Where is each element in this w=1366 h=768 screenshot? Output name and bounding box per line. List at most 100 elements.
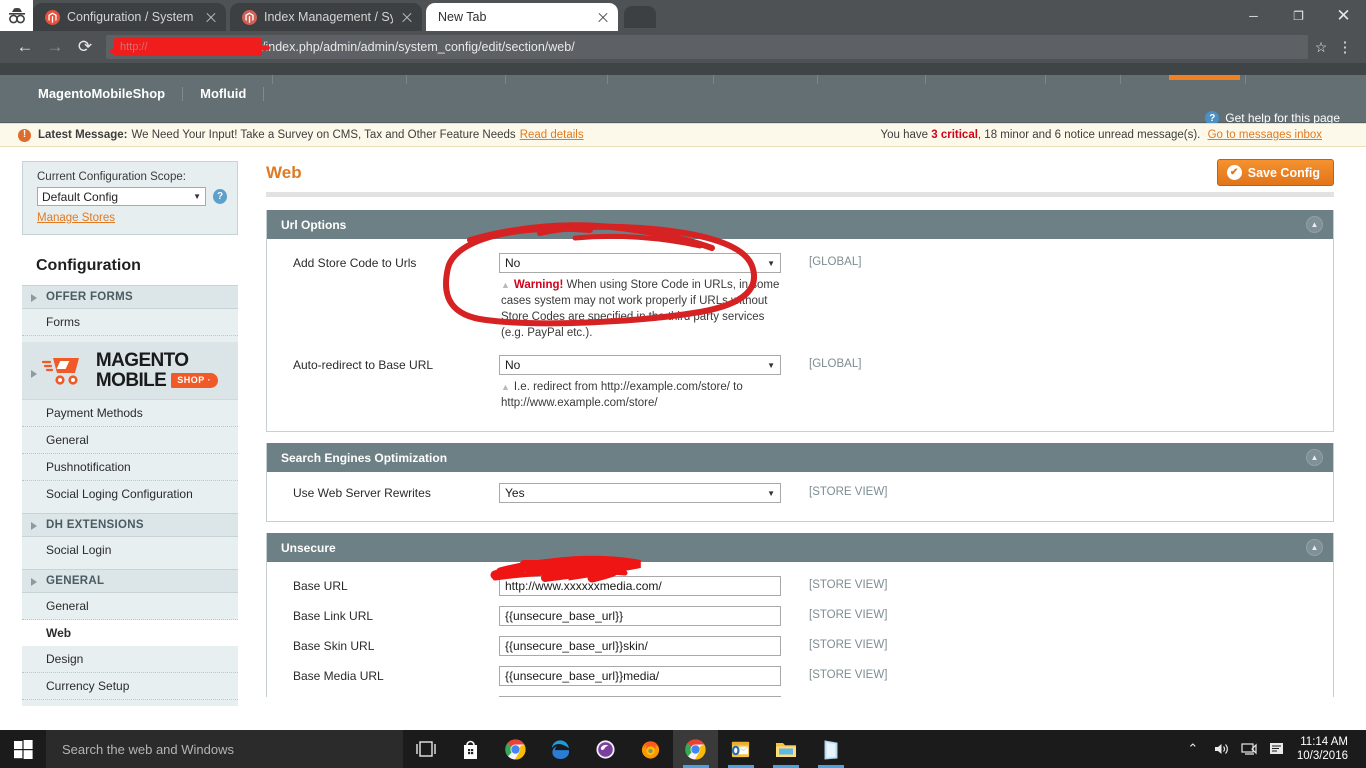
magento-favicon xyxy=(45,9,60,25)
firefox-icon[interactable] xyxy=(628,730,673,768)
base-link-url-input[interactable]: {{unsecure_base_url}} xyxy=(499,606,781,626)
window-close-button[interactable]: ✕ xyxy=(1321,0,1366,31)
chrome-active-icon[interactable] xyxy=(673,730,718,768)
sidebar-item-general-mm[interactable]: General xyxy=(22,427,238,454)
fieldset-title: Unsecure xyxy=(281,540,336,555)
search-input[interactable]: Search the web and Windows xyxy=(46,730,403,768)
sidebar-item-forms[interactable]: Forms xyxy=(22,309,238,336)
input-value: http://www.xxxxxxmedia.com/ xyxy=(505,579,662,593)
maximize-button[interactable]: ❐ xyxy=(1276,0,1321,31)
field-scope-label: [STORE VIEW] xyxy=(809,669,888,681)
field-use-web-server-rewrites: Use Web Server Rewrites Yes ▼ [STORE VIE… xyxy=(267,483,1333,503)
minimize-button[interactable]: ─ xyxy=(1231,0,1276,31)
logo-word-mobile: MOBILE xyxy=(95,370,167,391)
field-label: Base Media URL xyxy=(293,669,384,683)
microsoft-store-icon[interactable] xyxy=(448,730,493,768)
base-skin-url-input[interactable]: {{unsecure_base_url}}skin/ xyxy=(499,636,781,656)
chevron-up-icon[interactable]: ⌃ xyxy=(1179,730,1207,768)
sidebar-item-general[interactable]: General xyxy=(22,593,238,620)
sidebar-item-pushnotification[interactable]: Pushnotification xyxy=(22,454,238,481)
close-icon[interactable] xyxy=(400,10,414,24)
back-button[interactable]: ← xyxy=(10,32,40,62)
base-javascript-url-input[interactable]: {{unsecure_base_url}}js/ xyxy=(499,696,781,697)
auto-redirect-select[interactable]: No ▼ xyxy=(499,355,781,375)
collapse-up-icon[interactable]: ▲ xyxy=(1306,449,1323,466)
scope-select[interactable]: Default Config ▼ xyxy=(37,187,207,206)
select-value: No xyxy=(505,256,521,270)
scope-help-icon[interactable]: ? xyxy=(213,189,227,204)
fieldset-header-seo[interactable]: Search Engines Optimization ▲ xyxy=(267,443,1333,472)
taskbar-clock[interactable]: 11:14 AM 10/3/2016 xyxy=(1291,735,1356,763)
outlook-icon[interactable] xyxy=(718,730,763,768)
edge-icon[interactable] xyxy=(538,730,583,768)
field-scope-label: [STORE VIEW] xyxy=(809,639,888,651)
field-label: Base Link URL xyxy=(293,609,374,623)
browser-tab-title: New Tab xyxy=(438,10,487,24)
fieldset-search-engines-optimization: Search Engines Optimization ▲ Use Web Se… xyxy=(266,443,1334,522)
field-note: ▲ I.e. redirect from http://example.com/s… xyxy=(499,379,781,411)
configuration-heading: Configuration xyxy=(36,257,141,274)
sidebar-item-social-loging-configuration[interactable]: Social Loging Configuration xyxy=(22,481,238,507)
file-explorer-icon[interactable] xyxy=(763,730,808,768)
task-view-icon[interactable] xyxy=(403,730,448,768)
address-bar-row: ← → ⟳ http:// /index.php/admin/admin/sys… xyxy=(0,31,1366,63)
action-center-icon[interactable] xyxy=(1263,730,1291,768)
base-media-url-input[interactable]: {{unsecure_base_url}}media/ xyxy=(499,666,781,686)
network-icon[interactable] xyxy=(1235,730,1263,768)
sidebar-group-offer-forms[interactable]: OFFER FORMS xyxy=(22,285,238,309)
new-tab-button[interactable] xyxy=(624,6,656,28)
nav-item-magentomobileshop[interactable]: MagentoMobileShop xyxy=(38,87,184,101)
magento-mobile-wordmark: MAGENTO MOBILE SHOP · xyxy=(95,351,219,391)
fieldset-header-url-options[interactable]: Url Options ▲ xyxy=(267,210,1333,239)
web-server-rewrites-select[interactable]: Yes ▼ xyxy=(499,483,781,503)
sidebar-item-design[interactable]: Design xyxy=(22,646,238,673)
sidebar-item-payment-methods[interactable]: Payment Methods xyxy=(22,400,238,427)
save-config-button[interactable]: ✔ Save Config xyxy=(1216,159,1334,186)
sidebar-group-general[interactable]: GENERAL xyxy=(22,569,238,593)
close-icon[interactable] xyxy=(204,10,218,24)
browser-tabstrip: Configuration / System / Index Managemen… xyxy=(0,0,1366,31)
magento-favicon xyxy=(242,9,257,25)
browser-tab-title: Configuration / System / xyxy=(67,10,197,24)
browser-menu-icon[interactable]: ⋮ xyxy=(1334,38,1356,56)
forward-button[interactable]: → xyxy=(40,32,70,62)
firefox-purple-icon[interactable] xyxy=(583,730,628,768)
magento-top-strip xyxy=(0,63,1366,75)
messages-inbox-link[interactable]: Go to messages inbox xyxy=(1208,129,1322,141)
field-label: Use Web Server Rewrites xyxy=(293,486,431,500)
sidebar-item-web[interactable]: Web xyxy=(22,620,238,646)
sidebar-item-social-login[interactable]: Social Login xyxy=(22,537,238,563)
reload-button[interactable]: ⟳ xyxy=(70,32,100,62)
base-url-input[interactable]: http://www.xxxxxxmedia.com/ xyxy=(499,576,781,596)
magento-nav-items: MagentoMobileShop Mofluid xyxy=(38,87,281,101)
address-bar[interactable]: http:// /index.php/admin/admin/system_co… xyxy=(106,35,1308,59)
collapse-up-icon[interactable]: ▲ xyxy=(1306,216,1323,233)
read-details-link[interactable]: Read details xyxy=(520,129,584,141)
field-auto-redirect-to-base-url: Auto-redirect to Base URL No ▼ ▲ I.e. red… xyxy=(267,355,1333,411)
nav-item-mofluid[interactable]: Mofluid xyxy=(200,87,265,101)
fieldset-header-unsecure[interactable]: Unsecure ▲ xyxy=(267,533,1333,562)
header-divider xyxy=(266,192,1334,197)
browser-tab-0[interactable]: Configuration / System / xyxy=(33,3,226,31)
close-icon[interactable] xyxy=(596,10,610,24)
sidebar-item-currency-setup[interactable]: Currency Setup xyxy=(22,673,238,700)
collapse-up-icon[interactable]: ▲ xyxy=(1306,539,1323,556)
browser-tab-2[interactable]: New Tab xyxy=(426,3,618,31)
windows-start-icon[interactable] xyxy=(0,730,46,768)
field-scope-label: [GLOBAL] xyxy=(809,256,862,268)
browser-tab-1[interactable]: Index Management / Sys xyxy=(230,3,422,31)
sidebar-group-magento-mobile-shop[interactable]: MAGENTO MOBILE SHOP · xyxy=(22,342,238,400)
magento-mobile-shop-logo: MAGENTO MOBILE SHOP · xyxy=(41,351,219,391)
main-header: Web ✔ Save Config xyxy=(266,159,1334,192)
sidebar-group-dh-extensions[interactable]: DH EXTENSIONS xyxy=(22,513,238,537)
volume-icon[interactable] xyxy=(1207,730,1235,768)
field-label: Add Store Code to Urls xyxy=(293,256,417,270)
bookmark-star-icon[interactable]: ☆ xyxy=(1308,39,1334,56)
fieldset-unsecure: Unsecure ▲ Base URL http://www.xxxxxxmed… xyxy=(266,533,1334,697)
chrome-icon[interactable] xyxy=(493,730,538,768)
field-base-media-url: Base Media URL {{unsecure_base_url}}medi… xyxy=(267,666,1333,686)
store-app-icon[interactable] xyxy=(808,730,853,768)
manage-stores-link[interactable]: Manage Stores xyxy=(37,212,115,224)
add-store-code-select[interactable]: No ▼ xyxy=(499,253,781,273)
chevron-down-icon: ▼ xyxy=(193,192,202,201)
